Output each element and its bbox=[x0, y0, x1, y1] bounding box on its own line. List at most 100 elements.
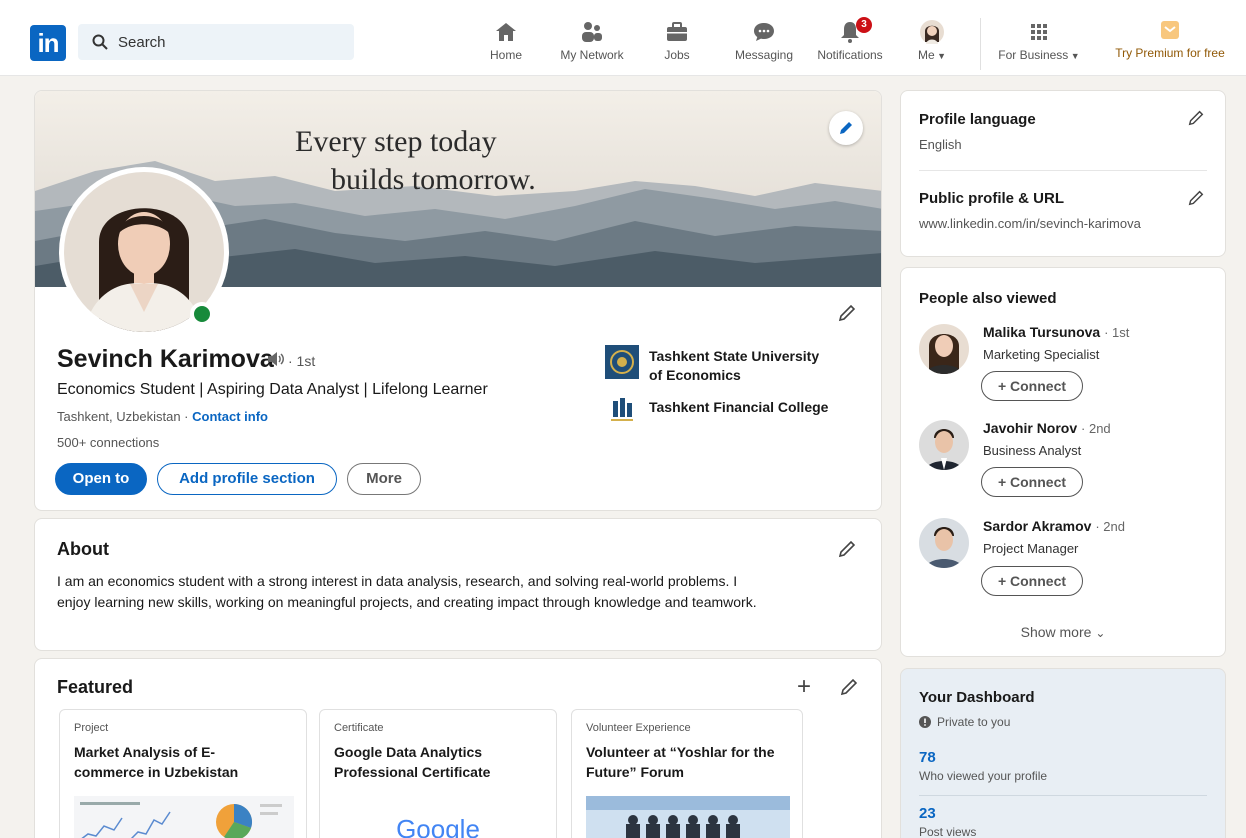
nav-home-label: Home bbox=[489, 48, 522, 62]
divider bbox=[919, 170, 1207, 171]
featured-item-certificate[interactable]: Certificate Google Data Analytics Profes… bbox=[319, 709, 557, 838]
profile-headline: Economics Student | Aspiring Data Analys… bbox=[57, 381, 488, 398]
edit-banner-button[interactable] bbox=[829, 111, 863, 145]
education-tsue-line1: Tashkent State University bbox=[649, 348, 820, 364]
notifications-badge: 3 bbox=[856, 17, 872, 33]
people-icon bbox=[582, 22, 602, 42]
tsue-logo[interactable] bbox=[605, 345, 639, 379]
edit-intro-button[interactable] bbox=[837, 303, 857, 328]
banner-quote-line2: builds tomorrow. bbox=[331, 163, 536, 196]
nav-notifications-label: Notifications bbox=[817, 48, 883, 62]
people-also-viewed-title: People also viewed bbox=[919, 290, 1057, 307]
connect-button[interactable]: + Connect bbox=[981, 371, 1083, 401]
person-degree: · 2nd bbox=[1081, 421, 1111, 436]
education-tfc[interactable]: Tashkent Financial College bbox=[649, 398, 828, 417]
nav-me[interactable]: Me ▼ bbox=[912, 20, 952, 70]
connection-degree: · 1st bbox=[288, 353, 316, 369]
nav-messaging-label: Messaging bbox=[734, 48, 794, 62]
chat-icon bbox=[754, 23, 774, 41]
profile-views-label: Who viewed your profile bbox=[919, 769, 1048, 783]
banner-quote: Every step today builds tomorrow. bbox=[295, 123, 536, 199]
person-name[interactable]: Javohir Norov · 2nd bbox=[983, 420, 1111, 436]
try-premium-link[interactable]: Try Premium for free bbox=[1108, 20, 1232, 60]
person-name[interactable]: Malika Tursunova · 1st bbox=[983, 324, 1129, 340]
plus-icon: + bbox=[797, 673, 812, 700]
featured-item-project[interactable]: Project Market Analysis of E-commerce in… bbox=[59, 709, 307, 838]
about-card: About I am an economics student with a s… bbox=[34, 518, 882, 651]
divider bbox=[919, 795, 1207, 796]
connect-button[interactable]: + Connect bbox=[981, 566, 1083, 596]
pencil-icon bbox=[838, 304, 856, 322]
featured-kind: Volunteer Experience bbox=[586, 722, 691, 734]
connections-count[interactable]: 500+ connections bbox=[57, 435, 159, 450]
project-thumbnail bbox=[74, 796, 294, 838]
top-nav: in Search Home My Network Jobs Messaging… bbox=[0, 8, 1246, 76]
add-featured-button[interactable]: + bbox=[797, 675, 811, 699]
person-role: Marketing Specialist bbox=[983, 347, 1100, 362]
linkedin-logo[interactable]: in bbox=[30, 25, 66, 61]
nav-notifications[interactable]: 3 Notifications bbox=[812, 17, 888, 70]
featured-kind: Certificate bbox=[334, 722, 384, 734]
google-logo: Google bbox=[396, 814, 480, 838]
featured-kind: Project bbox=[74, 722, 109, 734]
show-more-button[interactable]: Show more ⌄ bbox=[901, 624, 1225, 640]
edit-about-button[interactable] bbox=[837, 539, 857, 564]
tfc-logo[interactable] bbox=[605, 393, 639, 427]
grid-icon bbox=[1031, 24, 1047, 40]
nav-messaging[interactable]: Messaging bbox=[730, 20, 798, 70]
pencil-icon bbox=[838, 540, 856, 558]
profile-card: Every step today builds tomorrow. Sevinc… bbox=[34, 90, 882, 511]
edit-language-button[interactable] bbox=[1187, 109, 1205, 132]
show-more-label: Show more bbox=[1020, 624, 1092, 640]
nav-for-business[interactable]: For Business ▼ bbox=[994, 20, 1084, 70]
contact-info-link[interactable]: Contact info bbox=[192, 409, 268, 424]
open-to-button[interactable]: Open to bbox=[55, 463, 147, 495]
education-tsue-line2: of Economics bbox=[649, 367, 741, 383]
connect-button[interactable]: + Connect bbox=[981, 467, 1083, 497]
chevron-down-icon: ⌄ bbox=[1095, 626, 1106, 640]
add-profile-section-button[interactable]: Add profile section bbox=[157, 463, 337, 495]
chevron-down-icon: ▼ bbox=[1068, 51, 1080, 61]
person-avatar[interactable] bbox=[919, 324, 969, 374]
volunteer-photo bbox=[586, 796, 790, 838]
speaker-icon[interactable] bbox=[267, 351, 285, 367]
profile-language-title: Profile language bbox=[919, 111, 1036, 128]
pencil-icon bbox=[840, 678, 858, 696]
profile-name: Sevinch Karimova bbox=[57, 345, 274, 373]
person-name-text: Sardor Akramov bbox=[983, 518, 1092, 534]
dashboard-private: Private to you bbox=[937, 715, 1011, 729]
briefcase-icon bbox=[667, 22, 687, 41]
profile-language-value: English bbox=[919, 137, 962, 152]
profile-views-count[interactable]: 78 bbox=[919, 749, 936, 766]
more-button[interactable]: More bbox=[347, 463, 421, 495]
edit-featured-button[interactable] bbox=[839, 677, 859, 702]
bell-icon-wrap: 3 bbox=[838, 17, 872, 44]
search-input[interactable]: Search bbox=[118, 34, 166, 51]
person-degree: · 2nd bbox=[1095, 519, 1125, 534]
featured-item-volunteer[interactable]: Volunteer Experience Volunteer at “Yoshl… bbox=[571, 709, 803, 838]
person-name-text: Malika Tursunova bbox=[983, 324, 1101, 340]
education-tsue[interactable]: Tashkent State University of Economics bbox=[649, 347, 819, 385]
eye-icon bbox=[919, 716, 931, 728]
nav-my-network[interactable]: My Network bbox=[554, 20, 630, 70]
person-role: Project Manager bbox=[983, 541, 1079, 556]
search-bar[interactable]: Search bbox=[78, 24, 354, 60]
person-role: Business Analyst bbox=[983, 443, 1082, 458]
location-text: Tashkent, Uzbekistan · bbox=[57, 409, 189, 424]
edit-url-button[interactable] bbox=[1187, 189, 1205, 212]
chevron-down-icon: ▼ bbox=[934, 51, 947, 61]
person-avatar[interactable] bbox=[919, 420, 969, 470]
nav-home[interactable]: Home bbox=[488, 20, 524, 70]
public-profile-url[interactable]: www.linkedin.com/in/sevinch-karimova bbox=[919, 216, 1141, 231]
post-views-count[interactable]: 23 bbox=[919, 805, 936, 822]
me-avatar bbox=[920, 20, 944, 44]
person-avatar[interactable] bbox=[919, 518, 969, 568]
person-name[interactable]: Sardor Akramov · 2nd bbox=[983, 518, 1125, 534]
dashboard-card: Your Dashboard Private to you 78 Who vie… bbox=[900, 668, 1226, 838]
nav-for-business-label: For Business bbox=[998, 48, 1069, 62]
nav-jobs[interactable]: Jobs bbox=[660, 20, 694, 70]
people-also-viewed-card: People also viewed Malika Tursunova · 1s… bbox=[900, 267, 1226, 657]
premium-icon bbox=[1161, 21, 1179, 39]
featured-item-title: Volunteer at “Yoshlar for the Future” Fo… bbox=[586, 744, 775, 780]
about-text: I am an economics student with a strong … bbox=[57, 573, 757, 610]
